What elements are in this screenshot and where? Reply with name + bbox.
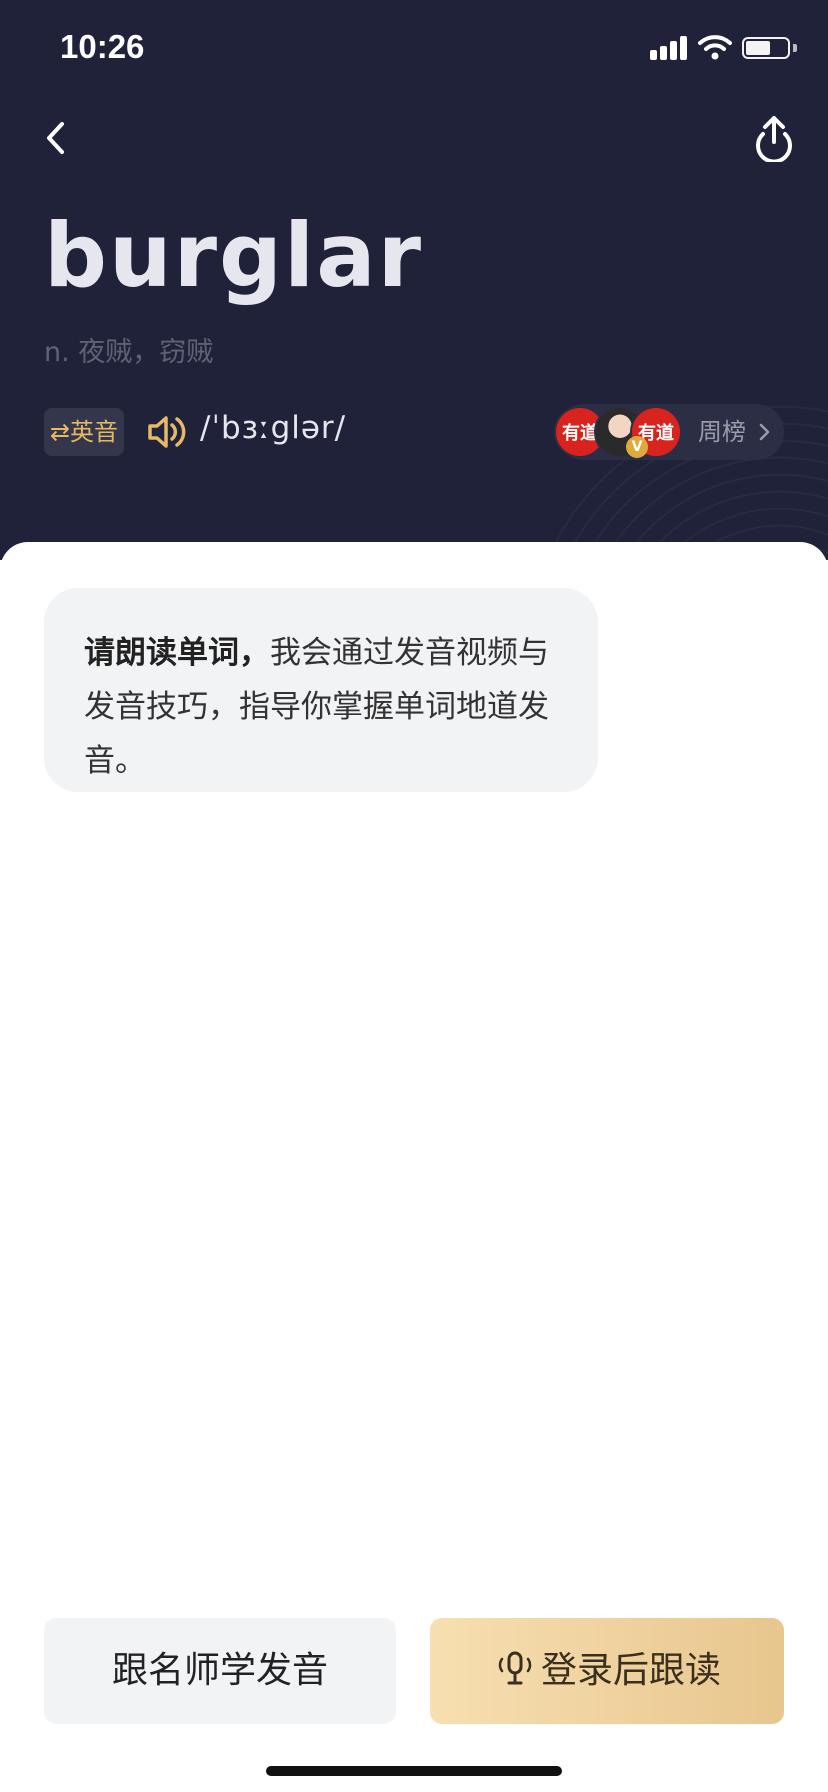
instruction-bold-text: 请朗读单词， xyxy=(84,635,270,671)
phonetic-text: /ˈbɜːglər/ xyxy=(200,410,347,446)
content-sheet: 请朗读单词，我会通过发音视频与发音技巧，指导你掌握单词地道发音。 xyxy=(0,542,828,1792)
headword: burglar xyxy=(44,204,423,307)
status-time: 10:26 xyxy=(60,28,145,65)
share-icon[interactable] xyxy=(752,112,796,162)
instruction-bubble: 请朗读单词，我会通过发音视频与发音技巧，指导你掌握单词地道发音。 xyxy=(44,588,598,792)
screen: 10:26 burglar n. 夜贼，窃贼 ⇄英音 /ˈbɜːglər/ 有道… xyxy=(0,0,828,1792)
login-follow-read-label: 登录后跟读 xyxy=(540,1650,721,1691)
weekly-rank-label: 周榜 xyxy=(698,418,746,446)
verified-badge: V xyxy=(626,436,648,458)
status-icons xyxy=(650,34,800,62)
login-follow-read-button[interactable]: 登录后跟读 xyxy=(430,1618,784,1724)
word-header: 10:26 burglar n. 夜贼，窃贼 ⇄英音 /ˈbɜːglər/ 有道… xyxy=(0,0,828,560)
speaker-icon[interactable] xyxy=(146,413,188,451)
wifi-icon xyxy=(698,35,732,60)
word-definition: n. 夜贼，窃贼 xyxy=(44,337,214,368)
chevron-left-icon[interactable] xyxy=(40,118,72,158)
battery-tip xyxy=(793,44,797,52)
chevron-right-icon xyxy=(759,423,770,441)
accent-toggle-button[interactable]: ⇄英音 xyxy=(44,408,124,456)
weekly-rank-button[interactable]: 有道 有道 V 周榜 xyxy=(554,404,784,460)
mic-icon xyxy=(498,1651,532,1685)
cellular-signal-icon xyxy=(650,36,688,60)
learn-with-teacher-button[interactable]: 跟名师学发音 xyxy=(44,1618,396,1724)
home-indicator xyxy=(266,1766,562,1776)
battery-icon xyxy=(742,37,790,59)
